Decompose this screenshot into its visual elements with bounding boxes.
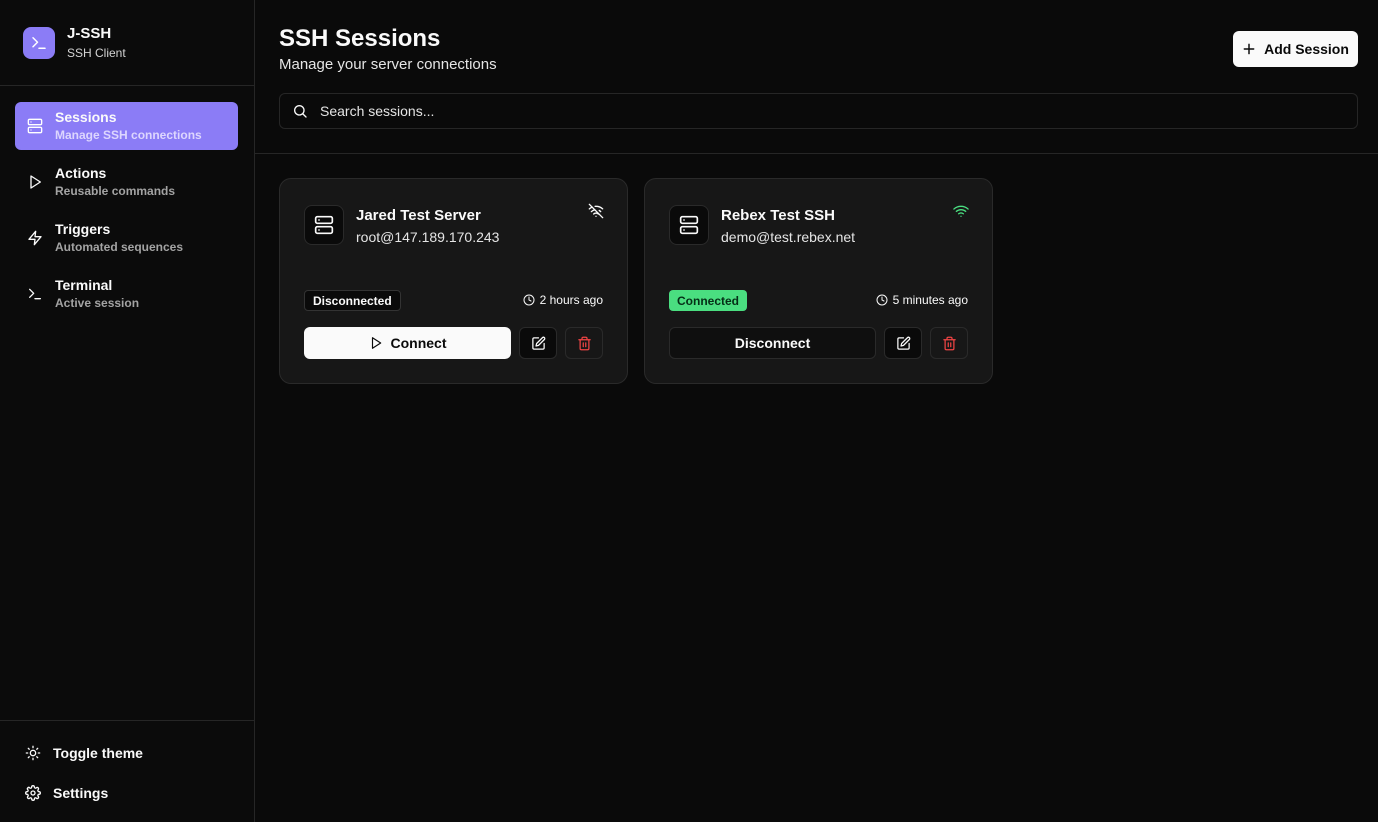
session-name: Rebex Test SSH	[721, 207, 835, 224]
connect-button[interactable]: Connect	[304, 327, 511, 359]
terminal-icon	[27, 286, 43, 302]
status-badge: Connected	[669, 290, 748, 311]
session-name: Jared Test Server	[356, 207, 481, 224]
sidebar-item-description: Active session	[55, 296, 140, 310]
last-connected: 5 minutes ago	[876, 293, 968, 307]
disconnect-label: Disconnect	[734, 335, 811, 351]
session-card: Jared Test Server root@147.189.170.243 D…	[279, 178, 628, 384]
sidebar-item-label: Sessions	[55, 109, 117, 125]
delete-session-button[interactable]	[930, 327, 968, 359]
server-icon	[669, 205, 709, 245]
wifi-off-icon	[588, 203, 604, 219]
sidebar-item-label: Terminal	[55, 277, 113, 293]
disconnect-button[interactable]: Disconnect	[669, 327, 876, 359]
status-badge: Disconnected	[304, 290, 401, 311]
session-host: root@147.189.170.243	[356, 229, 500, 245]
sidebar-item-label: Actions	[55, 165, 107, 181]
sidebar-item-triggers[interactable]: Triggers Automated sequences	[15, 214, 238, 262]
edit-session-button[interactable]	[519, 327, 557, 359]
sidebar-footer-divider	[0, 720, 254, 721]
main-content: SSH Sessions Manage your server connecti…	[255, 0, 1378, 822]
last-connected-text: 2 hours ago	[539, 293, 603, 307]
server-icon	[27, 118, 43, 134]
sidebar: J-SSH SSH Client Sessions Manage SSH con…	[0, 0, 255, 822]
play-icon	[369, 336, 383, 350]
sidebar-item-actions[interactable]: Actions Reusable commands	[15, 158, 238, 206]
toggle-theme-label: Toggle theme	[53, 745, 143, 761]
settings-button[interactable]: Settings	[25, 785, 108, 801]
last-connected-text: 5 minutes ago	[892, 293, 968, 307]
session-card: Rebex Test SSH demo@test.rebex.net Conne…	[644, 178, 993, 384]
session-host: demo@test.rebex.net	[721, 229, 856, 245]
app-subtitle: SSH Client	[67, 46, 126, 60]
wifi-icon	[953, 203, 969, 219]
page-subtitle: Manage your server connections	[279, 56, 497, 73]
delete-session-button[interactable]	[565, 327, 603, 359]
clock-icon	[523, 294, 535, 306]
brand: J-SSH SSH Client	[23, 25, 126, 61]
edit-icon	[531, 336, 546, 351]
search-input[interactable]	[320, 103, 1320, 119]
clock-icon	[876, 294, 888, 306]
sidebar-item-terminal[interactable]: Terminal Active session	[15, 270, 238, 318]
server-icon	[304, 205, 344, 245]
trash-icon	[577, 336, 592, 351]
toggle-theme-button[interactable]: Toggle theme	[25, 745, 143, 761]
plus-icon	[1242, 42, 1256, 56]
add-session-label: Add Session	[1264, 41, 1349, 57]
sidebar-divider	[0, 85, 254, 86]
gear-icon	[25, 785, 41, 801]
last-connected: 2 hours ago	[523, 293, 603, 307]
play-icon	[27, 174, 43, 190]
search-icon	[292, 103, 308, 119]
add-session-button[interactable]: Add Session	[1233, 31, 1358, 67]
sidebar-item-sessions[interactable]: Sessions Manage SSH connections	[15, 102, 238, 150]
sun-icon	[25, 745, 41, 761]
lightning-icon	[27, 230, 43, 246]
edit-session-button[interactable]	[884, 327, 922, 359]
sidebar-item-description: Manage SSH connections	[55, 128, 202, 142]
app-title: J-SSH	[67, 25, 112, 42]
sidebar-item-description: Automated sequences	[55, 240, 184, 254]
page-title: SSH Sessions	[279, 25, 441, 52]
connect-label: Connect	[390, 335, 447, 351]
sidebar-nav: Sessions Manage SSH connections Actions …	[15, 102, 238, 326]
settings-label: Settings	[53, 785, 109, 801]
sidebar-item-description: Reusable commands	[55, 184, 176, 198]
terminal-logo-icon	[23, 27, 55, 59]
trash-icon	[942, 336, 957, 351]
sidebar-item-label: Triggers	[55, 221, 111, 237]
search-bar	[279, 93, 1358, 129]
edit-icon	[896, 336, 911, 351]
header-divider	[255, 153, 1378, 154]
